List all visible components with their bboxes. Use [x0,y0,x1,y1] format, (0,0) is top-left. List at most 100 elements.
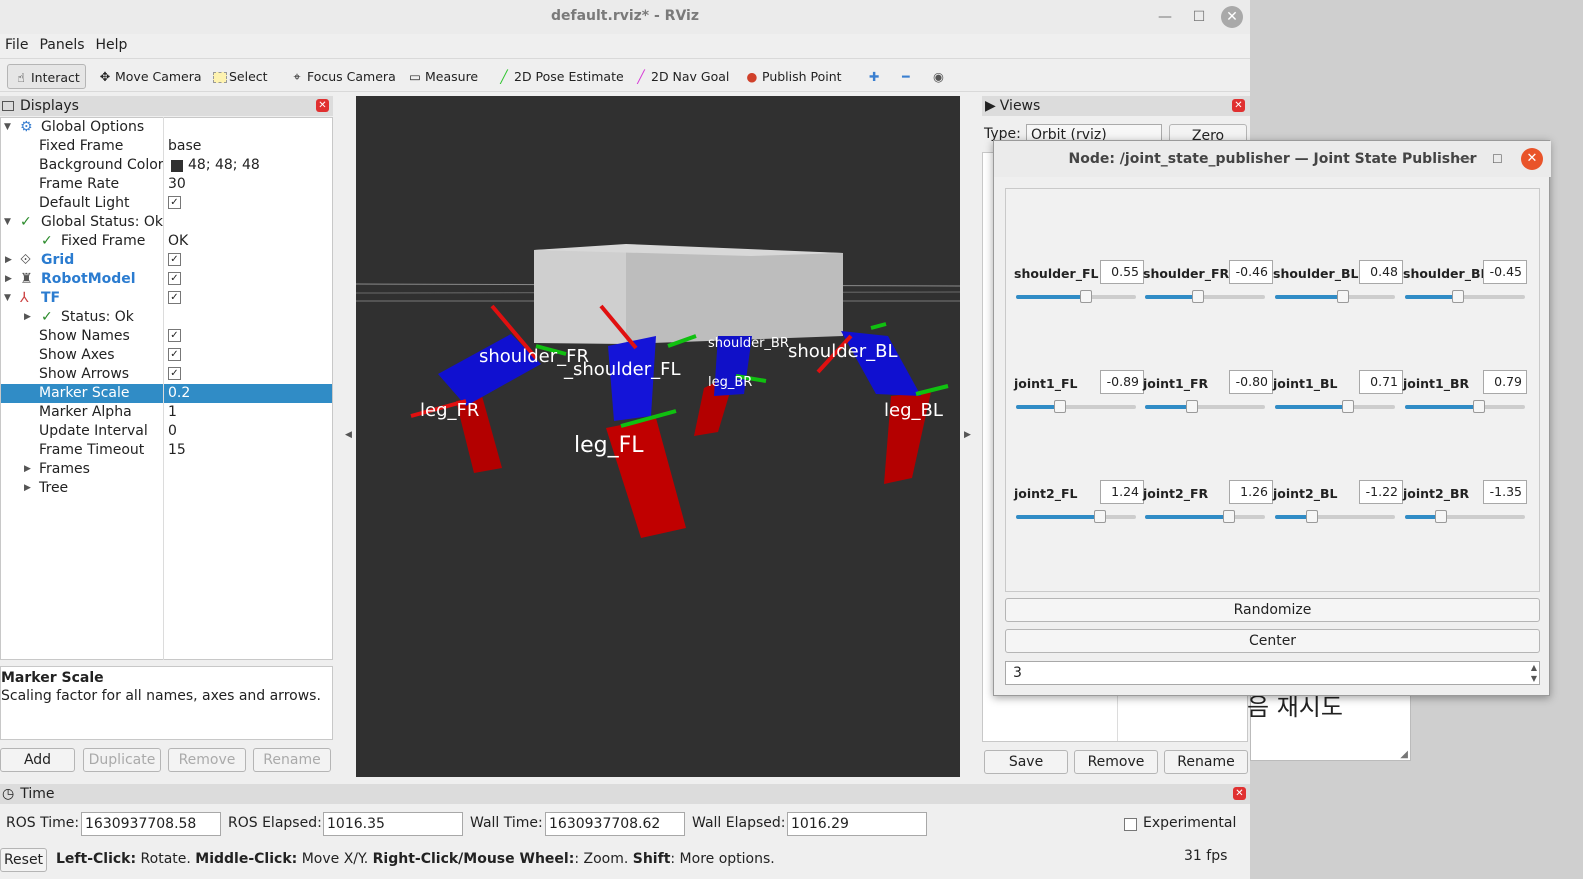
close-panel-icon[interactable]: ✕ [316,99,329,112]
nav-goal-tool[interactable]: ╱ 2D Nav Goal [628,64,734,89]
measure-tool[interactable]: ▭ Measure [402,64,483,89]
minimize-button[interactable]: — [1458,141,1472,177]
color-swatch[interactable] [171,160,183,172]
tree-row-frame-timeout[interactable]: Frame Timeout 15 [1,441,332,460]
menu-help[interactable]: Help [96,34,128,56]
joint-slider[interactable] [1275,290,1395,303]
joint-value-field[interactable]: -0.80 [1229,370,1273,394]
joint-slider[interactable] [1145,400,1265,413]
tree-row-global-options[interactable]: ▼ ⚙ Global Options [1,118,332,137]
minimize-button[interactable]: — [1154,6,1176,28]
views-save-button[interactable]: Save [984,750,1068,774]
wall-time-field[interactable]: 1630937708.62 [545,812,685,836]
rename-display-button[interactable]: Rename [253,748,331,772]
tree-row-show-arrows[interactable]: Show Arrows ✓ [1,365,332,384]
chevron-down-icon[interactable]: ▼ [4,213,11,232]
slider-handle[interactable] [1342,400,1355,413]
views-rename-button[interactable]: Rename [1164,750,1248,774]
collapse-right-icon[interactable]: ▶ [964,430,971,440]
joint-slider[interactable] [1016,400,1136,413]
tree-row-frame-rate[interactable]: Frame Rate 30 [1,175,332,194]
checkbox-checked[interactable]: ✓ [168,196,181,209]
ros-time-field[interactable]: 1630937708.58 [81,812,221,836]
slider-handle[interactable] [1451,290,1464,303]
close-button[interactable]: ✕ [1521,148,1543,170]
tree-row-fixed-frame-status[interactable]: ✓ Fixed Frame OK [1,232,332,251]
chevron-down-icon[interactable]: ▼ [4,289,11,308]
count-spinbox[interactable]: 3 ▲ ▼ [1005,661,1540,685]
pose-estimate-tool[interactable]: ╱ 2D Pose Estimate [491,64,629,89]
add-tool-icon[interactable]: ✚ [864,64,884,89]
joint-value-field[interactable]: 0.55 [1100,260,1144,284]
joint-slider[interactable] [1405,290,1525,303]
publish-point-tool[interactable]: ● Publish Point [739,64,847,89]
render-3d-view[interactable]: shoulder_FR _shoulder_FL shoulder_BR sho… [356,96,960,777]
tree-row-tree[interactable]: ▶ Tree [1,479,332,498]
joint-slider[interactable] [1275,510,1395,523]
maximize-button[interactable]: ☐ [1188,6,1210,28]
joint-value-field[interactable]: 0.48 [1359,260,1403,284]
tree-row-show-axes[interactable]: Show Axes ✓ [1,346,332,365]
close-panel-icon[interactable]: ✕ [1232,99,1245,112]
joint-value-field[interactable]: 1.24 [1100,480,1144,504]
tree-row-robotmodel[interactable]: ▶ ♜ RobotModel ✓ [1,270,332,289]
move-camera-tool[interactable]: ✥ Move Camera [92,64,207,89]
chevron-right-icon[interactable]: ▶ [24,308,31,327]
joint-slider[interactable] [1145,290,1265,303]
reset-button[interactable]: Reset [0,848,47,872]
select-tool[interactable]: Select [208,64,273,89]
collapse-left-icon[interactable]: ◀ [345,430,352,440]
checkbox-checked[interactable]: ✓ [168,329,181,342]
randomize-button[interactable]: Randomize [1005,598,1540,622]
tree-value[interactable]: 0 [168,422,177,441]
slider-handle[interactable] [1191,290,1204,303]
checkbox-checked[interactable]: ✓ [168,367,181,380]
add-display-button[interactable]: Add [0,748,75,772]
slider-handle[interactable] [1079,290,1092,303]
ros-elapsed-field[interactable]: 1016.35 [323,812,463,836]
tree-row-marker-alpha[interactable]: Marker Alpha 1 [1,403,332,422]
slider-handle[interactable] [1185,400,1198,413]
chevron-right-icon[interactable]: ▶ [5,251,12,270]
checkbox-checked[interactable]: ✓ [168,348,181,361]
joint-value-field[interactable]: -0.46 [1229,260,1273,284]
joint-value-field[interactable]: -1.35 [1483,480,1527,504]
wall-elapsed-field[interactable]: 1016.29 [787,812,927,836]
chevron-right-icon[interactable]: ▶ [5,270,12,289]
tree-row-background-color[interactable]: Background Color 48; 48; 48 [1,156,332,175]
interact-tool[interactable]: ☝ Interact [7,64,86,89]
experimental-checkbox[interactable] [1124,818,1137,831]
duplicate-display-button[interactable]: Duplicate [83,748,161,772]
eye-icon[interactable]: ◉ [928,64,949,89]
menu-panels[interactable]: Panels [39,34,84,56]
joint-slider[interactable] [1016,290,1136,303]
tree-row-default-light[interactable]: Default Light ✓ [1,194,332,213]
chevron-down-icon[interactable]: ▼ [4,118,11,137]
tree-row-marker-scale[interactable]: Marker Scale 0.2 [1,384,332,403]
slider-handle[interactable] [1306,510,1319,523]
joint-value-field[interactable]: -1.22 [1359,480,1403,504]
tree-value[interactable]: 30 [168,175,186,194]
checkbox-checked[interactable]: ✓ [168,291,181,304]
slider-handle[interactable] [1094,510,1106,523]
tree-value[interactable]: 48; 48; 48 [188,156,260,175]
joint-value-field[interactable]: -0.89 [1100,370,1144,394]
menu-file[interactable]: File [5,34,28,56]
chevron-right-icon[interactable]: ▶ [24,460,31,479]
slider-handle[interactable] [1337,290,1350,303]
resize-grip-icon[interactable]: ◢ [1400,749,1408,760]
spin-arrows-icon[interactable]: ▲ ▼ [1531,662,1537,684]
tree-row-update-interval[interactable]: Update Interval 0 [1,422,332,441]
slider-handle[interactable] [1054,400,1067,413]
tree-row-global-status[interactable]: ▼ ✓ Global Status: Ok [1,213,332,232]
tree-row-grid[interactable]: ▶ ⟐ Grid ✓ [1,251,332,270]
close-panel-icon[interactable]: ✕ [1233,787,1246,800]
joint-slider[interactable] [1405,400,1525,413]
slider-handle[interactable] [1473,400,1486,413]
tree-row-tf[interactable]: ▼ ⅄ TF ✓ [1,289,332,308]
column-divider[interactable] [163,117,164,660]
views-remove-button[interactable]: Remove [1074,750,1158,774]
tree-value[interactable]: 0.2 [168,384,190,403]
joint-value-field[interactable]: 0.79 [1483,370,1527,394]
tree-row-fixed-frame[interactable]: Fixed Frame base [1,137,332,156]
